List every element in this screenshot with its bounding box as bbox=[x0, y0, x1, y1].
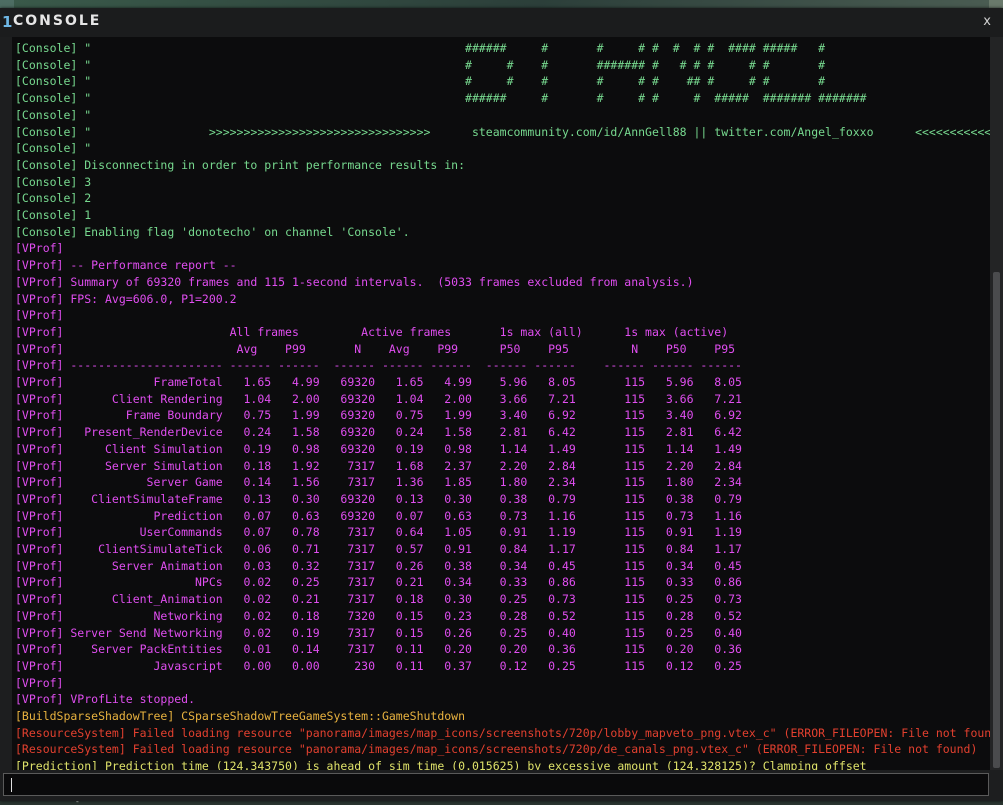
console-log[interactable]: [Console] " ###### # # # # # # # #### ##… bbox=[12, 37, 990, 770]
log-line: [VProf] Server Send Networking 0.02 0.19… bbox=[15, 625, 742, 640]
console-input-field[interactable] bbox=[3, 773, 989, 796]
scrollbar-thumb[interactable] bbox=[993, 272, 1000, 768]
log-line: [VProf] ClientSimulateFrame 0.13 0.30 69… bbox=[15, 491, 742, 506]
log-line: [VProf] VProfLite stopped. bbox=[15, 692, 196, 707]
log-line: [Console] " # # # # # # ## # # # # bbox=[15, 74, 826, 89]
log-line: [VProf] Avg P99 N Avg P99 P50 P95 N P50 … bbox=[15, 341, 736, 356]
console-title: CONSOLE bbox=[13, 13, 102, 29]
log-line: [VProf] Server Animation 0.03 0.32 7317 … bbox=[15, 558, 742, 573]
log-line: [BuildSparseShadowTree] CSparseShadowTre… bbox=[15, 709, 466, 723]
log-line: [VProf] Client Rendering 1.04 2.00 69320… bbox=[15, 391, 742, 406]
log-line: [VProf] Summary of 69320 frames and 115 … bbox=[15, 274, 694, 289]
log-line: [Prediction] Prediction time (124.343750… bbox=[15, 759, 867, 770]
log-line: [VProf] Server PackEntities 0.01 0.14 73… bbox=[15, 642, 742, 657]
log-line: [Console] " ###### # # # # # # # #### ##… bbox=[15, 41, 826, 55]
log-line: [Console] " bbox=[15, 141, 92, 156]
console-titlebar[interactable]: 1 CONSOLE x bbox=[0, 8, 1003, 37]
log-line: [ResourceSystem] Failed loading resource… bbox=[15, 742, 978, 757]
log-line: [Console] " bbox=[15, 107, 92, 122]
log-line: [VProf] ---------------------- ------ --… bbox=[15, 358, 742, 373]
text-caret bbox=[11, 778, 12, 792]
log-line: [VProf] Server Game 0.14 1.56 7317 1.36 … bbox=[15, 475, 742, 490]
log-line: [VProf] ClientSimulateTick 0.06 0.71 731… bbox=[15, 542, 742, 556]
log-line: [Console] Disconnecting in order to prin… bbox=[15, 157, 466, 172]
log-line: [VProf] -- Performance report -- bbox=[15, 258, 237, 273]
log-line: [Console] " ###### # # # # # ##### #####… bbox=[15, 91, 867, 106]
log-line: [VProf] Server Simulation 0.18 1.92 7317… bbox=[15, 458, 742, 473]
log-line: [ResourceSystem] Failed loading resource… bbox=[15, 725, 990, 740]
log-line: [Console] Enabling flag 'donotecho' on c… bbox=[15, 224, 410, 239]
log-line: [Console] " >>>>>>>>>>>>>>>>>>>>>>>>>>>>… bbox=[15, 124, 990, 139]
log-line: [VProf] NPCs 0.02 0.25 7317 0.21 0.34 0.… bbox=[15, 575, 742, 590]
log-line: [Console] 3 bbox=[15, 174, 92, 189]
log-line: [VProf] Networking 0.02 0.18 7320 0.15 0… bbox=[15, 608, 742, 623]
console-input[interactable] bbox=[4, 774, 988, 795]
console-number: 1 bbox=[2, 13, 13, 31]
log-line: [Console] 1 bbox=[15, 208, 92, 222]
close-button[interactable]: x bbox=[983, 14, 991, 29]
log-line: [VProf] Present_RenderDevice 0.24 1.58 6… bbox=[15, 425, 742, 440]
log-line: [VProf] Client Simulation 0.19 0.98 6932… bbox=[15, 441, 742, 456]
log-line: [VProf] All frames Active frames 1s max … bbox=[15, 324, 729, 339]
log-line: [VProf] Client_Animation 0.02 0.21 7317 … bbox=[15, 592, 742, 607]
log-line: [VProf] Frame Boundary 0.75 1.99 69320 0… bbox=[15, 408, 742, 423]
log-line: [VProf] FPS: Avg=606.0, P1=200.2 bbox=[15, 291, 237, 306]
log-line: [Console] " # # # ####### # # # # # # # bbox=[15, 57, 826, 72]
log-line: [VProf] bbox=[15, 308, 64, 323]
console-window: 1 CONSOLE x [Console] " ###### # # # # #… bbox=[0, 8, 1003, 801]
log-scrollbar[interactable] bbox=[990, 37, 1003, 770]
log-line: [VProf] UserCommands 0.07 0.78 7317 0.64… bbox=[15, 525, 742, 540]
log-line: [VProf] bbox=[15, 675, 64, 690]
log-line: [VProf] bbox=[15, 241, 64, 256]
log-line: [VProf] Javascript 0.00 0.00 230 0.11 0.… bbox=[15, 658, 742, 673]
log-line: [Console] 2 bbox=[15, 191, 92, 206]
log-line: [VProf] Prediction 0.07 0.63 69320 0.07 … bbox=[15, 508, 742, 523]
log-line: [VProf] FrameTotal 1.65 4.99 69320 1.65 … bbox=[15, 375, 742, 389]
